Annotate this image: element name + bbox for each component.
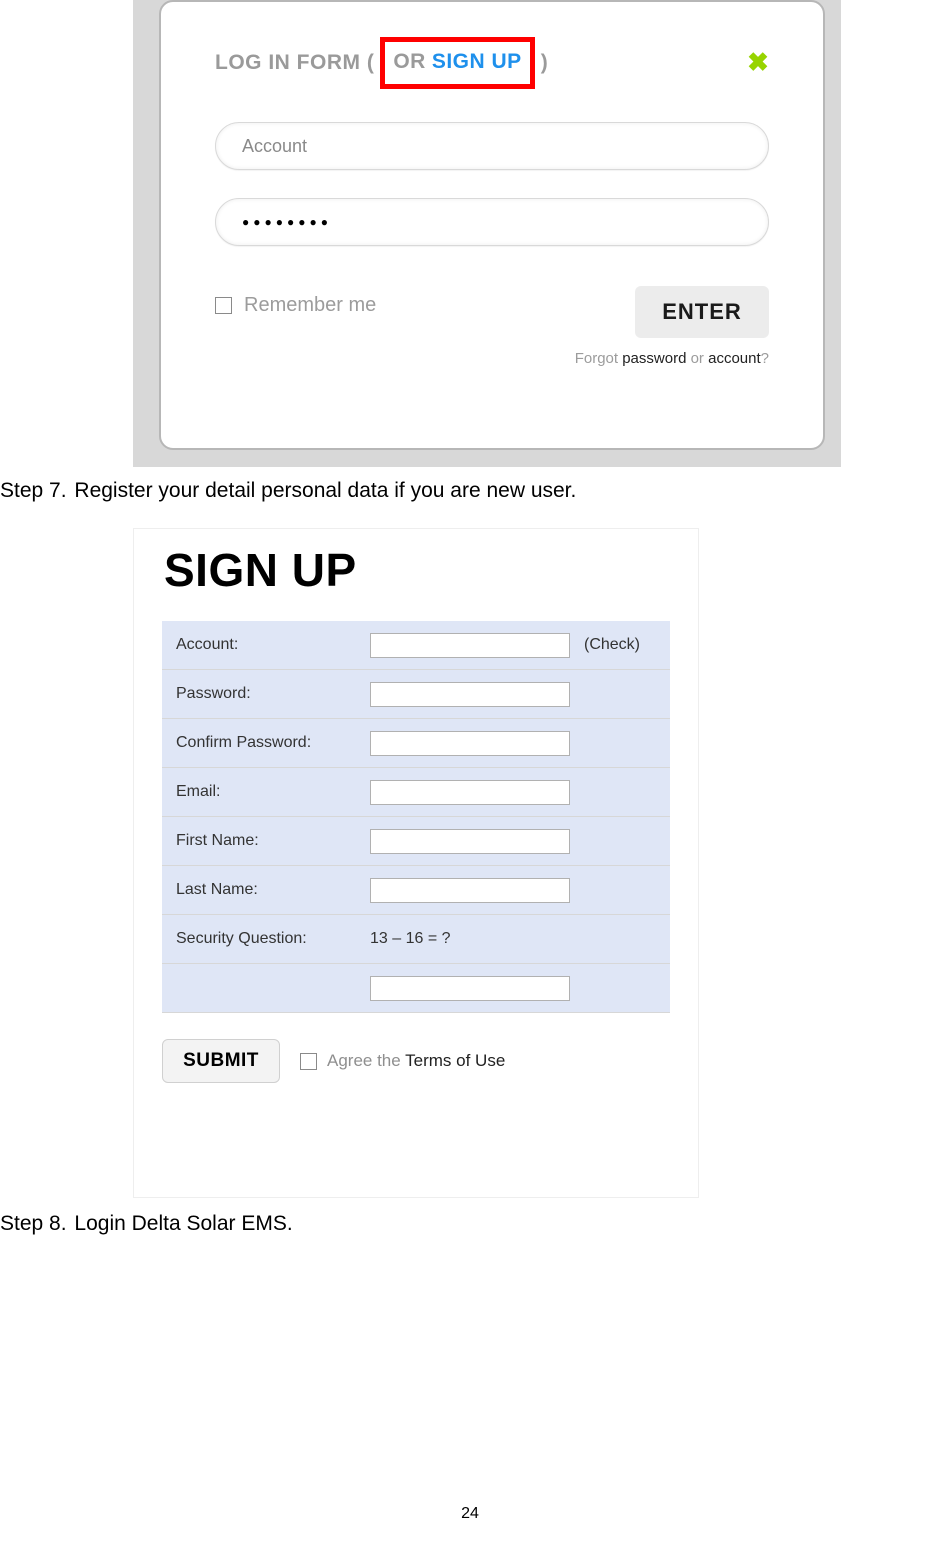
step7-num: Step 7. (0, 479, 69, 502)
step7-text: Register your detail personal data if yo… (74, 479, 576, 502)
password-input[interactable] (215, 198, 769, 246)
signup-row-first: First Name: (162, 817, 670, 866)
signup-input-password[interactable] (370, 682, 570, 707)
signup-input-confirm[interactable] (370, 731, 570, 756)
signup-label-secq: Security Question: (176, 930, 370, 948)
login-dialog-backdrop: LOG IN FORM ( OR SIGN UP ) ✖ Remember me… (133, 0, 841, 467)
signup-label-account: Account: (176, 636, 370, 654)
forgot-password-link[interactable]: password (622, 350, 686, 367)
signup-submit-row: SUBMIT Agree the Terms of Use (162, 1039, 670, 1083)
signup-heading: SIGN UP (164, 543, 670, 597)
step8-num: Step 8. (0, 1212, 69, 1235)
signup-row-confirm: Confirm Password: (162, 719, 670, 768)
signup-label-first: First Name: (176, 832, 370, 850)
signup-row-account: Account: (Check) (162, 621, 670, 670)
signup-label-confirm: Confirm Password: (176, 734, 370, 752)
remember-label: Remember me (244, 294, 376, 317)
signup-row-answer (162, 964, 670, 1013)
signup-label-password: Password: (176, 685, 370, 703)
login-dialog: LOG IN FORM ( OR SIGN UP ) ✖ Remember me… (159, 0, 825, 450)
agree-checkbox[interactable] (300, 1053, 317, 1070)
submit-button[interactable]: SUBMIT (162, 1039, 280, 1083)
signup-row-email: Email: (162, 768, 670, 817)
login-or-text: OR (393, 50, 432, 74)
forgot-line: Forgot password or account? (575, 350, 769, 367)
signup-row-last: Last Name: (162, 866, 670, 915)
remember-me[interactable]: Remember me (215, 294, 376, 317)
login-title-post: ) (535, 51, 549, 75)
login-title-row: LOG IN FORM ( OR SIGN UP ) ✖ (215, 32, 769, 94)
signup-input-answer[interactable] (370, 976, 570, 1001)
signup-row-password: Password: (162, 670, 670, 719)
signup-panel: SIGN UP Account: (Check) Password: Confi… (133, 528, 699, 1198)
signup-input-first[interactable] (370, 829, 570, 854)
enter-button[interactable]: ENTER (635, 286, 769, 338)
step8-line: Step 8. Login Delta Solar EMS. (0, 1210, 940, 1237)
signup-highlight: OR SIGN UP (380, 37, 534, 89)
signup-label-email: Email: (176, 783, 370, 801)
signup-row-secq: Security Question: 13 – 16 = ? (162, 915, 670, 964)
signup-label-last: Last Name: (176, 881, 370, 899)
remember-checkbox[interactable] (215, 297, 232, 314)
page-number: 24 (0, 1505, 940, 1523)
signup-check-link[interactable]: (Check) (570, 636, 640, 654)
login-title: LOG IN FORM ( OR SIGN UP ) (215, 37, 548, 89)
signup-input-account[interactable] (370, 633, 570, 658)
agree-terms[interactable]: Agree the Terms of Use (300, 1051, 505, 1071)
account-input[interactable] (215, 122, 769, 170)
forgot-account-link[interactable]: account (708, 350, 761, 367)
signup-link[interactable]: SIGN UP (432, 50, 522, 74)
step7-line: Step 7. Register your detail personal da… (0, 477, 940, 504)
login-bottom-row: Remember me ENTER Forgot password or acc… (215, 286, 769, 367)
signup-input-last[interactable] (370, 878, 570, 903)
signup-secq-value: 13 – 16 = ? (370, 930, 451, 948)
login-title-pre: LOG IN FORM ( (215, 51, 380, 75)
terms-link[interactable]: Terms of Use (405, 1051, 505, 1070)
close-icon[interactable]: ✖ (747, 52, 769, 74)
step8-text: Login Delta Solar EMS. (74, 1212, 292, 1235)
signup-input-email[interactable] (370, 780, 570, 805)
